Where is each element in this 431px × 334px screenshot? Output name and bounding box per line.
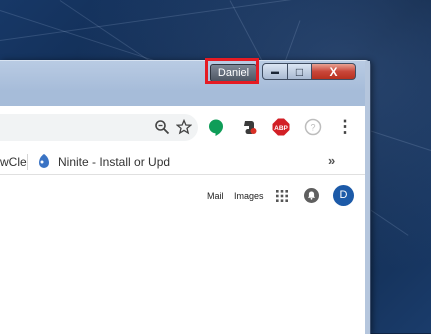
abp-label: ABP — [274, 125, 288, 132]
maximize-icon: □ — [295, 64, 304, 79]
ninite-icon — [39, 154, 49, 168]
bookmarks-bar: wCle Ninite - Install or Upd » — [0, 150, 365, 175]
minimize-button[interactable]: ▬ — [262, 63, 288, 80]
avatar[interactable]: D — [333, 185, 354, 206]
bookmarks-overflow-icon[interactable]: » — [328, 153, 335, 168]
bookmark-star-icon[interactable] — [176, 119, 192, 135]
close-icon: X — [329, 64, 338, 79]
window-right-border — [365, 61, 370, 334]
images-link[interactable]: Images — [234, 191, 264, 201]
close-button[interactable]: X — [312, 63, 356, 80]
menu-icon[interactable]: ⋮ — [336, 118, 354, 136]
annotation-highlight-box — [205, 58, 259, 84]
notifications-bell-icon[interactable] — [304, 188, 319, 203]
bookmark-ninite[interactable]: Ninite - Install or Upd — [58, 155, 170, 169]
help-icon[interactable]: ? — [304, 118, 322, 136]
adblock-plus-icon[interactable]: ABP — [272, 118, 290, 136]
address-bar[interactable] — [0, 114, 198, 141]
svg-text:?: ? — [310, 123, 315, 133]
window-caption-buttons: ▬ □ X — [262, 63, 356, 81]
apps-grid-icon[interactable] — [276, 190, 288, 202]
browser-content-area: ABP ? ⋮ wCle Ninite - Install or Upd » M… — [0, 106, 365, 334]
maximize-button[interactable]: □ — [288, 63, 312, 80]
evernote-icon[interactable] — [240, 118, 258, 136]
minimize-icon: ▬ — [271, 67, 279, 76]
bookmark-truncated[interactable]: wCle — [0, 155, 27, 169]
zoom-icon[interactable] — [154, 119, 170, 135]
hangouts-icon[interactable] — [207, 118, 225, 136]
browser-window: Daniel ▬ □ X ABP ? ⋮ wCle Ninite - Insta… — [0, 60, 371, 334]
bookmark-separator — [27, 154, 28, 170]
mail-link[interactable]: Mail — [207, 191, 224, 201]
page-content: Mail Images D — [0, 175, 365, 334]
title-bar[interactable]: Daniel ▬ □ X — [0, 61, 370, 83]
browser-toolbar: ABP ? ⋮ — [0, 106, 365, 150]
